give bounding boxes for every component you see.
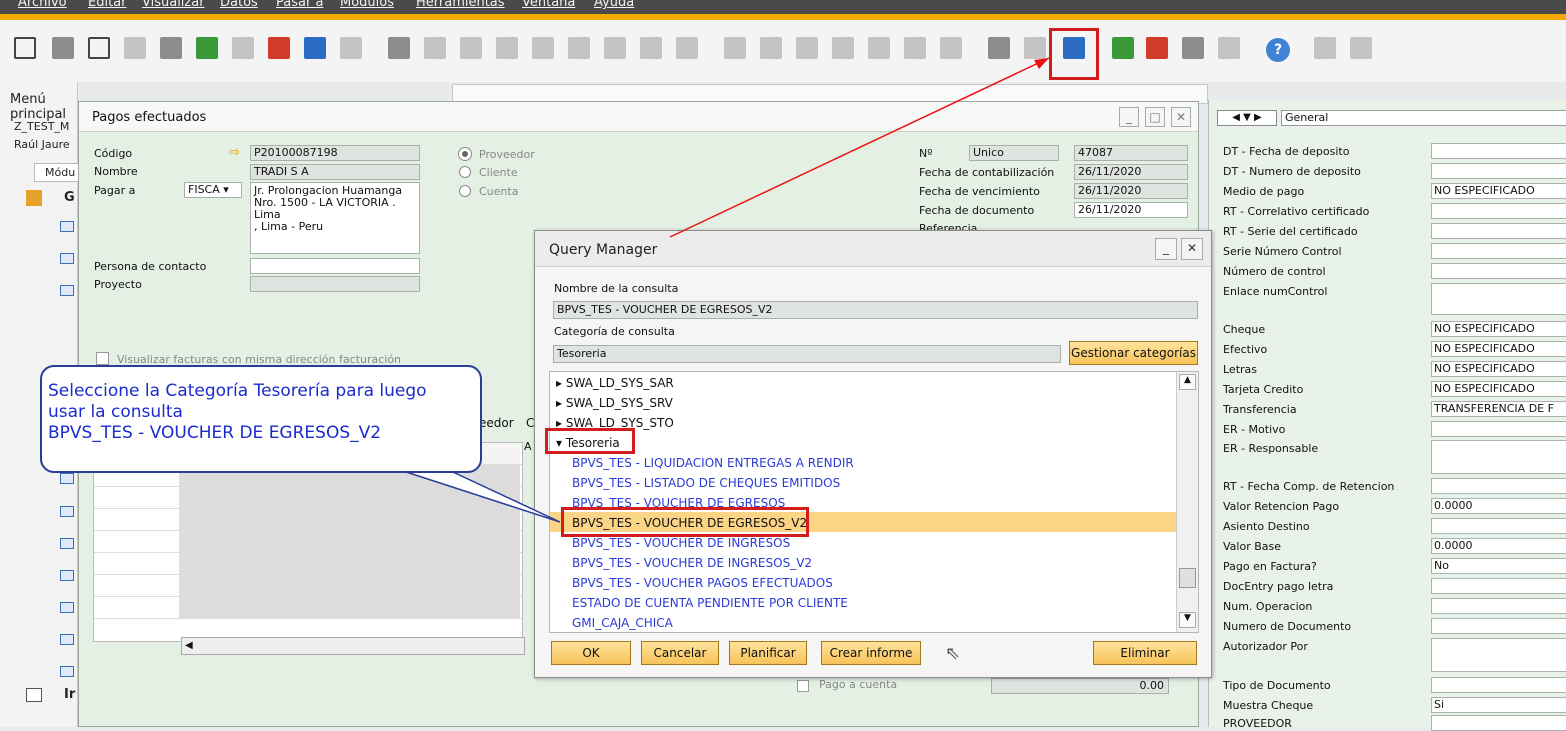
- arrow-head-icon: [1034, 58, 1049, 69]
- callout-line: usar la consulta: [48, 402, 183, 422]
- pointer-line: [669, 57, 1050, 238]
- annotation-lines: [399, 57, 1050, 523]
- instruction-callout: Seleccione la Categoría Tesorería para l…: [40, 365, 482, 473]
- callout-tail: [399, 465, 561, 523]
- callout-line: BPVS_TES - VOUCHER DE EGRESOS_V2: [48, 423, 382, 443]
- callout-line: Seleccione la Categoría Tesorería para l…: [48, 381, 427, 401]
